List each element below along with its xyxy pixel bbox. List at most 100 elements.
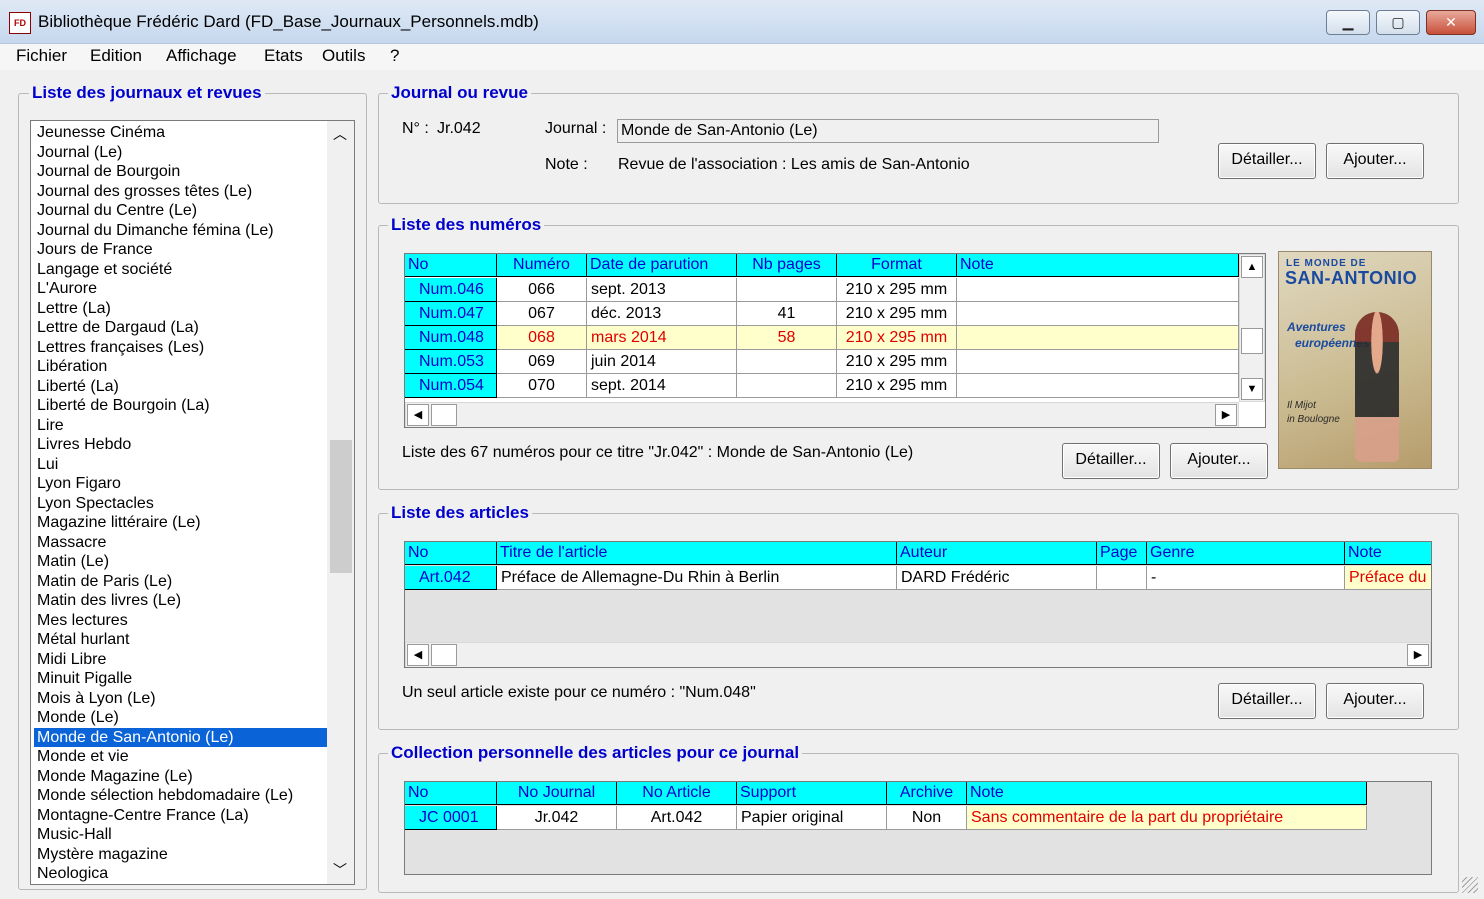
journal-list-scroll-thumb[interactable] (330, 440, 352, 573)
column-header[interactable]: Note (957, 254, 1239, 277)
journal-list-item[interactable]: Monde et vie (34, 747, 328, 767)
menu-edition[interactable]: Edition (90, 46, 142, 66)
journal-list-item[interactable]: Jours de France (34, 240, 328, 260)
column-header[interactable]: Note (1345, 542, 1431, 565)
table-cell[interactable]: 210 x 295 mm (837, 302, 957, 326)
journal-list-item[interactable]: Libération (34, 357, 328, 377)
journal-list-item[interactable]: Liberté de Bourgoin (La) (34, 396, 328, 416)
table-cell[interactable] (957, 350, 1239, 374)
journal-detail-button[interactable]: Détailler... (1218, 143, 1316, 179)
journal-list-item[interactable]: Lyon Spectacles (34, 494, 328, 514)
table-cell[interactable] (957, 374, 1239, 398)
table-cell[interactable]: 210 x 295 mm (837, 326, 957, 350)
column-header[interactable]: No Journal (497, 782, 617, 805)
table-cell[interactable]: Art.042 (617, 806, 737, 830)
column-header[interactable]: Auteur (897, 542, 1097, 565)
table-cell[interactable]: 068 (497, 326, 587, 350)
table-cell[interactable]: 210 x 295 mm (837, 350, 957, 374)
journal-listbox[interactable]: Jeunesse Cinéma Journal (Le) Journal de Bo… (30, 120, 355, 885)
table-cell[interactable]: 067 (497, 302, 587, 326)
table-cell[interactable]: Sans commentaire de la part du propriéta… (967, 806, 1367, 830)
column-header[interactable]: No Article (617, 782, 737, 805)
journal-list-item[interactable]: Lettre de Dargaud (La) (34, 318, 328, 338)
column-header[interactable]: Format (837, 254, 957, 277)
column-header[interactable]: Archive (887, 782, 967, 805)
table-cell[interactable]: - (1147, 566, 1345, 590)
menu-affichage[interactable]: Affichage (166, 46, 237, 66)
journal-list-item[interactable]: Jeunesse Cinéma (34, 123, 328, 143)
table-cell[interactable]: 210 x 295 mm (837, 278, 957, 302)
numeros-add-button[interactable]: Ajouter... (1170, 443, 1268, 479)
column-header[interactable]: No (405, 542, 497, 565)
journal-list-item[interactable]: Lettres françaises (Les) (34, 338, 328, 358)
scroll-left-icon[interactable]: ◀ (407, 404, 429, 426)
row-key-cell[interactable]: Num.046 (405, 278, 497, 302)
table-cell[interactable] (957, 278, 1239, 302)
column-header[interactable]: Date de parution (587, 254, 737, 277)
maximize-button[interactable]: ▢ (1376, 10, 1420, 35)
numeros-hscroll-thumb[interactable] (431, 404, 457, 426)
column-header[interactable]: Numéro (497, 254, 587, 277)
journal-list-item[interactable]: Monde sélection hebdomadaire (Le) (34, 786, 328, 806)
journal-list-item[interactable]: Music-Hall (34, 825, 328, 845)
menu-help[interactable]: ? (390, 46, 399, 66)
journal-list-item[interactable]: Monde (Le) (34, 708, 328, 728)
scroll-down-icon[interactable]: ﹀ (333, 860, 347, 880)
numeros-detail-button[interactable]: Détailler... (1062, 443, 1160, 479)
table-cell[interactable]: Jr.042 (497, 806, 617, 830)
scroll-right-icon[interactable]: ▶ (1407, 644, 1429, 666)
row-key-cell[interactable]: Num.053 (405, 350, 497, 374)
journal-list-item[interactable]: Journal de Bourgoin (34, 162, 328, 182)
journal-list-item[interactable]: Massacre (34, 533, 328, 553)
table-cell[interactable]: 066 (497, 278, 587, 302)
journal-list-item[interactable]: Monde de San-Antonio (Le) (34, 727, 328, 747)
journal-add-button[interactable]: Ajouter... (1326, 143, 1424, 179)
column-header[interactable]: No (405, 254, 497, 277)
journal-list-item[interactable]: Midi Libre (34, 650, 328, 670)
table-cell[interactable]: Préface de Allemagne-Du Rhin à Berlin (497, 566, 897, 590)
journal-list-item[interactable]: Minuit Pigalle (34, 669, 328, 689)
column-header[interactable]: Nb pages (737, 254, 837, 277)
journal-list-item[interactable]: Journal du Dimanche fémina (Le) (34, 221, 328, 241)
table-cell[interactable]: DARD Frédéric (897, 566, 1097, 590)
table-cell[interactable] (1097, 566, 1147, 590)
journal-list-item[interactable]: Mois à Lyon (Le) (34, 689, 328, 709)
minimize-button[interactable]: ▁ (1326, 10, 1370, 35)
menu-fichier[interactable]: Fichier (16, 46, 67, 66)
journal-list-item[interactable]: Mystère magazine (34, 845, 328, 865)
table-cell[interactable] (737, 350, 837, 374)
journal-name-field[interactable]: Monde de San-Antonio (Le) (617, 119, 1159, 143)
table-cell[interactable] (737, 278, 837, 302)
journal-list-item[interactable]: Journal du Centre (Le) (34, 201, 328, 221)
column-header[interactable]: Titre de l'article (497, 542, 897, 565)
column-header[interactable]: Note (967, 782, 1367, 805)
scroll-left-icon[interactable]: ◀ (407, 644, 429, 666)
articles-hscrollbar[interactable] (405, 642, 1431, 667)
row-key-cell[interactable]: Num.054 (405, 374, 497, 398)
numeros-hscrollbar[interactable] (405, 402, 1239, 427)
journal-list-item[interactable]: L'Aurore (34, 279, 328, 299)
table-cell[interactable]: Papier original (737, 806, 887, 830)
table-cell[interactable]: mars 2014 (587, 326, 737, 350)
numeros-vscroll-thumb[interactable] (1241, 328, 1263, 354)
table-cell[interactable]: sept. 2013 (587, 278, 737, 302)
journal-list-item[interactable]: Matin de Paris (Le) (34, 572, 328, 592)
resize-grip-icon[interactable] (1462, 877, 1478, 893)
articles-grid[interactable]: No Titre de l'article Auteur Page Genre Note A… (404, 541, 1432, 668)
articles-add-button[interactable]: Ajouter... (1326, 683, 1424, 719)
journal-list-item[interactable]: Langage et société (34, 260, 328, 280)
table-cell[interactable] (737, 374, 837, 398)
app-icon[interactable]: FD (9, 12, 31, 34)
scroll-right-icon[interactable]: ▶ (1215, 404, 1237, 426)
articles-detail-button[interactable]: Détailler... (1218, 683, 1316, 719)
journal-list-item[interactable]: Neologica (34, 864, 328, 884)
journal-list-item[interactable]: Mes lectures (34, 611, 328, 631)
row-key-cell[interactable]: Num.047 (405, 302, 497, 326)
close-button[interactable]: ✕ (1426, 10, 1476, 35)
menu-outils[interactable]: Outils (322, 46, 365, 66)
journal-list-item[interactable]: Lettre (La) (34, 299, 328, 319)
table-cell[interactable] (957, 326, 1239, 350)
collection-grid[interactable]: No No Journal No Article Support Archive Note… (404, 781, 1432, 875)
row-key-cell[interactable]: Num.048 (405, 326, 497, 350)
column-header[interactable]: Genre (1147, 542, 1345, 565)
